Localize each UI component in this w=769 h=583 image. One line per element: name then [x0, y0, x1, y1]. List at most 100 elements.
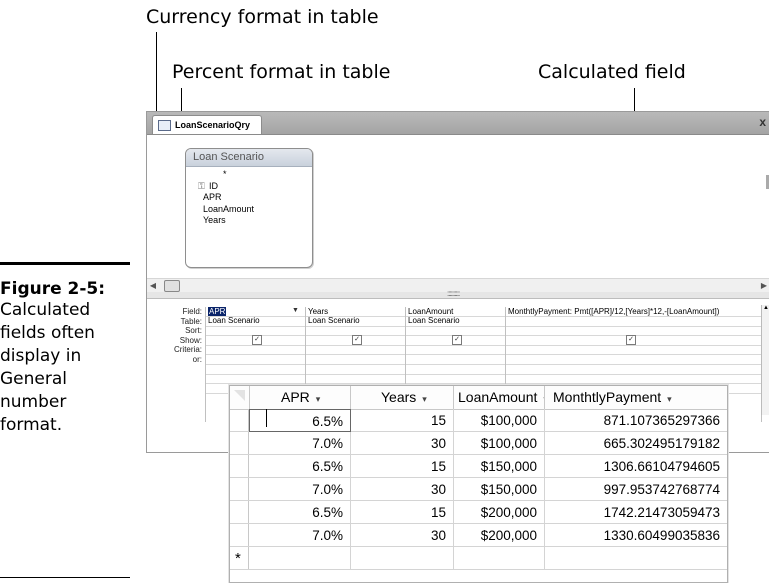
grid-row-labels: Field: Table: Sort: Show: Criteria: or:	[147, 307, 202, 364]
cell-years[interactable]: 30	[351, 432, 454, 455]
close-icon[interactable]: x	[759, 115, 766, 129]
row-selector[interactable]	[230, 455, 249, 477]
cell-apr[interactable]: 7.0%	[249, 524, 351, 547]
table-row[interactable]: 6.5% 15 $150,000 1306.66104794605	[230, 455, 727, 478]
cell-monthlypayment[interactable]: 1742.21473059473	[545, 501, 727, 524]
grid-field-cell[interactable]: MonthtlyPayment: Pmt([APR]/12,[Years]*12…	[508, 307, 719, 316]
cell-apr[interactable]: 6.5%	[249, 501, 351, 524]
cell-apr[interactable]: 6.5%	[249, 409, 351, 432]
grid-table-cell[interactable]: Loan Scenario	[208, 316, 260, 325]
cell-loanamount[interactable]	[454, 547, 545, 570]
tab-label: LoanScenarioQry	[175, 120, 251, 130]
field-list-item[interactable]: Years	[203, 215, 312, 227]
table-row[interactable]: 6.5% 15 $100,000 871.107365297366	[230, 409, 727, 432]
cell-loanamount[interactable]: $200,000	[454, 501, 545, 524]
scroll-up-icon[interactable]: ▲	[762, 305, 769, 313]
cell-apr[interactable]: 7.0%	[249, 478, 351, 501]
figure-caption: Figure 2-5: Calculated fields often disp…	[0, 262, 130, 578]
grid-table-cell[interactable]: Loan Scenario	[408, 316, 460, 325]
grid-field-cell[interactable]: Years	[308, 307, 328, 316]
callout-percent: Percent format in table	[172, 61, 391, 83]
cell-loanamount[interactable]: $150,000	[454, 478, 545, 501]
select-all-corner[interactable]	[230, 386, 250, 409]
grid-table-cell[interactable]: Loan Scenario	[308, 316, 360, 325]
cell-years[interactable]: 30	[351, 478, 454, 501]
scroll-right-icon[interactable]: ▶	[758, 279, 769, 292]
caption-line: General	[0, 369, 67, 389]
field-list-item[interactable]: *	[203, 169, 312, 181]
caption-bottom-rule	[0, 577, 130, 578]
field-list-title: Loan Scenario	[186, 149, 312, 167]
cell-years[interactable]	[351, 547, 454, 570]
caption-line: number	[0, 392, 67, 412]
figure-number: Figure 2-5:	[0, 279, 106, 299]
query-design-pane: Loan Scenario * ⚿ ID APR LoanAmount Year…	[147, 135, 769, 278]
grid-field-cell[interactable]: LoanAmount	[408, 307, 453, 316]
table-field-list[interactable]: Loan Scenario * ⚿ ID APR LoanAmount Year…	[185, 148, 313, 268]
scroll-left-icon[interactable]: ◀	[147, 279, 159, 292]
table-row[interactable]: 7.0% 30 $200,000 1330.60499035836	[230, 524, 727, 547]
grid-row-label: Show:	[179, 335, 202, 345]
text-caret	[266, 409, 267, 427]
column-header-apr[interactable]: APR ▾	[249, 386, 351, 409]
cell-monthlypayment[interactable]: 1306.66104794605	[545, 455, 727, 478]
cell-monthlypayment[interactable]: 665.302495179182	[545, 432, 727, 455]
row-selector[interactable]	[230, 478, 249, 500]
query-icon	[158, 120, 171, 131]
chevron-down-icon[interactable]: ▾	[316, 394, 321, 404]
cell-apr[interactable]: 6.5%	[249, 455, 351, 478]
cell-loanamount[interactable]: $100,000	[454, 432, 545, 455]
cell-loanamount[interactable]: $200,000	[454, 524, 545, 547]
chevron-down-icon[interactable]: ▾	[667, 394, 672, 404]
datasheet-header: APR▾ Years▾ LoanAmount▾ MonthtlyPayment▾	[230, 386, 727, 410]
pane-splitter[interactable]: ::::::::::	[147, 289, 769, 299]
grid-row-label: Table:	[180, 316, 202, 326]
show-checkbox[interactable]: ✓	[252, 335, 262, 345]
cell-loanamount[interactable]: $100,000	[454, 409, 545, 432]
row-selector[interactable]	[230, 432, 249, 454]
cell-apr[interactable]: 7.0%	[249, 432, 351, 455]
tab-loanscenarioqry[interactable]: LoanScenarioQry	[152, 115, 262, 134]
scroll-thumb[interactable]	[164, 280, 180, 292]
cell-years[interactable]: 15	[351, 501, 454, 524]
cell-monthlypayment[interactable]: 997.953742768774	[545, 478, 727, 501]
callout-currency: Currency format in table	[146, 6, 379, 28]
chevron-down-icon[interactable]: ▼	[292, 307, 299, 314]
grid-vertical-scrollbar[interactable]: ▲	[761, 305, 769, 415]
show-checkbox[interactable]: ✓	[626, 335, 636, 345]
row-selector[interactable]: *	[230, 547, 249, 569]
row-selector[interactable]	[230, 501, 249, 523]
callout-calculated: Calculated field	[538, 61, 686, 83]
row-selector[interactable]	[230, 524, 249, 546]
field-list-item[interactable]: LoanAmount	[203, 204, 312, 216]
cell-loanamount[interactable]: $150,000	[454, 455, 545, 478]
grid-row-label: Criteria:	[173, 345, 202, 354]
cell-apr[interactable]	[249, 547, 351, 570]
grid-field-cell[interactable]: APR	[208, 307, 227, 316]
cell-monthlypayment[interactable]: 1330.60499035836	[545, 524, 727, 547]
show-checkbox[interactable]: ✓	[352, 335, 362, 345]
cell-years[interactable]: 15	[351, 455, 454, 478]
chevron-down-icon[interactable]: ▾	[422, 394, 427, 404]
document-tab-bar: LoanScenarioQry x	[147, 112, 769, 135]
grid-row-label: Sort:	[185, 326, 202, 335]
caption-line: Calculated	[0, 300, 91, 320]
row-selector[interactable]	[230, 409, 249, 431]
cell-years[interactable]: 30	[351, 524, 454, 547]
column-header-loanamount[interactable]: LoanAmount▾	[454, 386, 545, 409]
cell-monthlypayment[interactable]: 871.107365297366	[545, 409, 727, 432]
column-header-monthlypayment[interactable]: MonthtlyPayment ▾	[545, 386, 727, 409]
table-row[interactable]: 7.0% 30 $100,000 665.302495179182	[230, 432, 727, 455]
show-checkbox[interactable]: ✓	[452, 335, 462, 345]
cell-years[interactable]: 15	[351, 409, 454, 432]
column-header-years[interactable]: Years ▾	[351, 386, 454, 409]
key-icon: ⚿	[198, 180, 205, 191]
new-record-row[interactable]: *	[230, 547, 727, 570]
cell-monthlypayment[interactable]	[545, 547, 727, 570]
table-row[interactable]: 7.0% 30 $150,000 997.953742768774	[230, 478, 727, 501]
table-row[interactable]: 6.5% 15 $200,000 1742.21473059473	[230, 501, 727, 524]
field-list-item[interactable]: APR	[203, 192, 312, 204]
field-list-item[interactable]: ⚿ ID	[198, 181, 312, 193]
caption-top-rule	[0, 262, 130, 265]
grid-row-label: or:	[192, 354, 202, 364]
